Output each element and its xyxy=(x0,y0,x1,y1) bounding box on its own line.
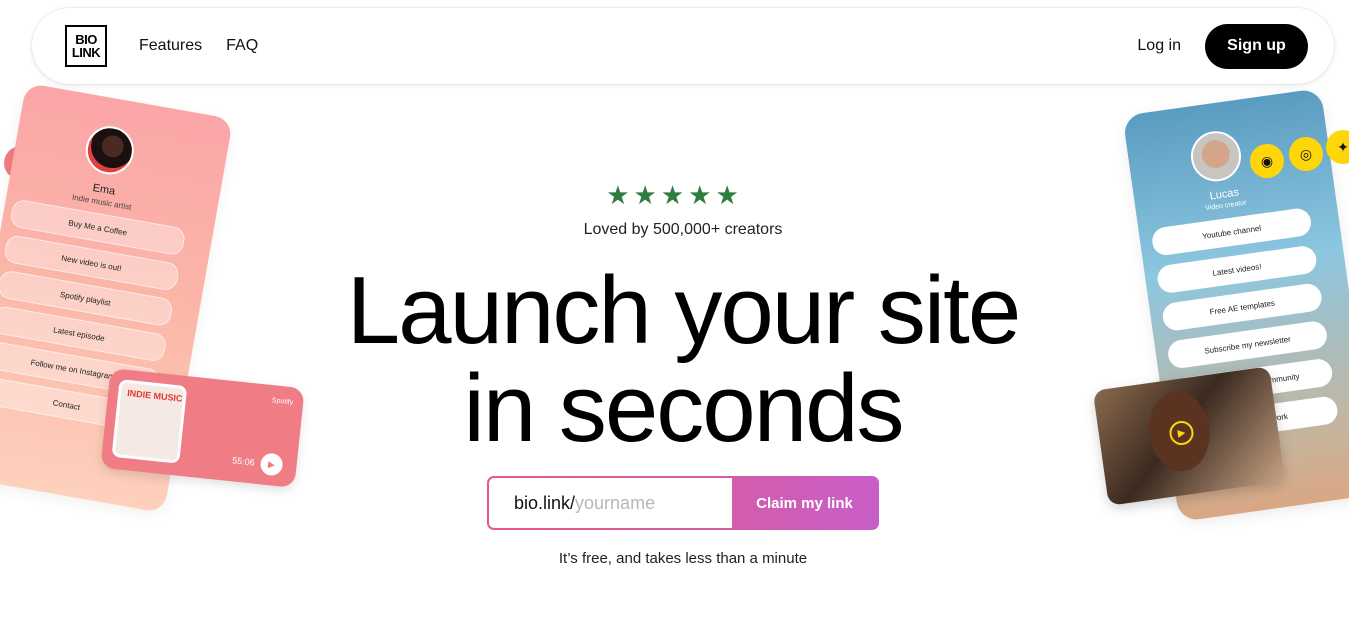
claim-link-form: bio.link/ Claim my link xyxy=(487,476,879,530)
nav-links: Features FAQ xyxy=(139,37,258,55)
hero-section: ◎ ✦ Ema Indie music artist Buy Me a Coff… xyxy=(0,0,1349,632)
instagram-icon: ◎ xyxy=(1289,137,1323,171)
top-nav: BIO LINK Features FAQ Log in Sign up xyxy=(32,8,1334,84)
claim-field: bio.link/ xyxy=(489,478,732,528)
avatar xyxy=(1187,128,1245,185)
headline-line2: in seconds xyxy=(463,355,905,462)
avatar xyxy=(82,122,138,179)
nav-link-faq[interactable]: FAQ xyxy=(226,37,258,55)
free-note: It’s free, and takes less than a minute xyxy=(558,550,808,567)
nav-link-features[interactable]: Features xyxy=(139,37,202,55)
spotify-icon: ◉ xyxy=(1250,144,1284,178)
username-input[interactable] xyxy=(575,492,706,514)
headline-line1: Launch your site xyxy=(346,257,1021,364)
video-preview-card: ▶ xyxy=(1092,366,1286,506)
login-link[interactable]: Log in xyxy=(1137,37,1181,55)
signup-button[interactable]: Sign up xyxy=(1205,23,1308,69)
claim-prefix: bio.link/ xyxy=(514,492,576,513)
logo-line2: LINK xyxy=(71,45,101,60)
claim-link-button[interactable]: Claim my link xyxy=(732,478,877,528)
bio-link-logo[interactable]: BIO LINK xyxy=(65,25,107,67)
